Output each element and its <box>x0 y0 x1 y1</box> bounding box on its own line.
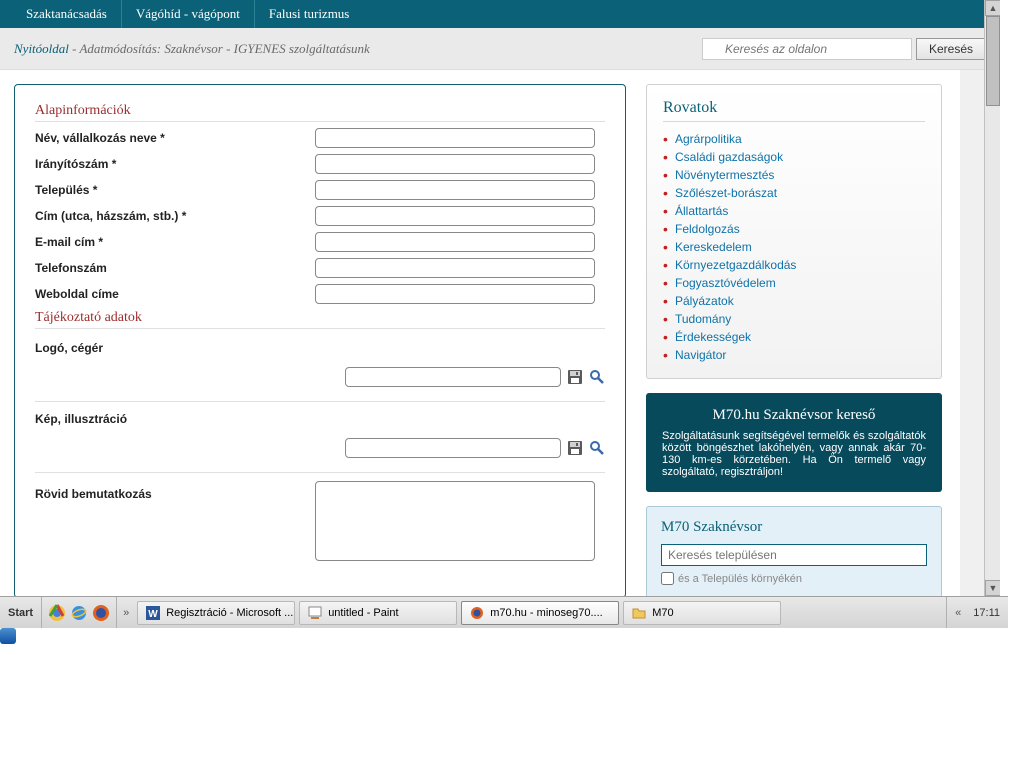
save-icon[interactable] <box>567 369 583 385</box>
rovat-link[interactable]: Családi gazdaságok <box>675 150 783 164</box>
input-web[interactable] <box>315 284 595 304</box>
input-address[interactable] <box>315 206 595 226</box>
szaknevsor-title: M70 Szaknévsor <box>661 519 927 536</box>
nav-item-szaktanacsadas[interactable]: Szaktanácsadás <box>12 0 122 28</box>
szaknevsor-panel: M70 Szaknévsor és a Település környékén <box>646 506 942 596</box>
task-label: untitled - Paint <box>328 607 398 619</box>
task-folder[interactable]: M70 <box>623 601 781 625</box>
task-label: Regisztráció - Microsoft ... <box>166 607 293 619</box>
site-search: Keresés <box>702 38 986 60</box>
scroll-thumb[interactable] <box>986 16 1000 106</box>
input-image-path[interactable] <box>345 438 561 458</box>
rovat-link[interactable]: Környezetgazdálkodás <box>675 258 796 272</box>
input-phone[interactable] <box>315 258 595 278</box>
label-image: Kép, illusztráció <box>35 406 605 426</box>
rovatok-title: Rovatok <box>663 99 925 122</box>
breadcrumb-rest: - Adatmódosítás: Szaknévsor - IGYENES sz… <box>69 41 370 56</box>
promo-title: M70.hu Szaknévsor kereső <box>662 407 926 424</box>
chrome-icon[interactable] <box>48 604 66 622</box>
label-web: Weboldal címe <box>35 287 315 301</box>
label-address: Cím (utca, házszám, stb.) * <box>35 209 315 223</box>
label-intro: Rövid bemutatkozás <box>35 481 315 561</box>
paint-icon <box>308 606 322 620</box>
textarea-intro[interactable] <box>315 481 595 561</box>
input-zip[interactable] <box>315 154 595 174</box>
main-form: Alapinformációk Név, vállalkozás neve * … <box>14 84 626 596</box>
magnifier-icon[interactable] <box>589 440 605 456</box>
tray-chevron-icon[interactable]: « <box>955 607 961 619</box>
firefox-icon <box>470 606 484 620</box>
nearby-checkbox[interactable] <box>661 572 674 585</box>
section-info-data: Tájékoztató adatok <box>35 310 605 329</box>
task-word[interactable]: W Regisztráció - Microsoft ... <box>137 601 295 625</box>
szaknevsor-search-input[interactable] <box>661 544 927 566</box>
search-input[interactable] <box>702 38 912 60</box>
label-email: E-mail cím * <box>35 235 315 249</box>
breadcrumb: Nyitóoldal - Adatmódosítás: Szaknévsor -… <box>14 41 370 57</box>
rovat-link[interactable]: Állattartás <box>675 204 728 218</box>
word-icon: W <box>146 606 160 620</box>
task-paint[interactable]: untitled - Paint <box>299 601 457 625</box>
sub-header: Nyitóoldal - Adatmódosítás: Szaknévsor -… <box>0 28 1000 70</box>
section-basic-info: Alapinformációk <box>35 103 605 122</box>
input-name[interactable] <box>315 128 595 148</box>
rovat-link[interactable]: Szőlészet-borászat <box>675 186 777 200</box>
task-label: M70 <box>652 607 673 619</box>
rovat-link[interactable]: Tudomány <box>675 312 731 326</box>
scroll-up-arrow[interactable]: ▲ <box>985 0 1000 16</box>
start-button[interactable]: Start <box>0 597 42 628</box>
label-phone: Telefonszám <box>35 261 315 275</box>
nearby-checkbox-row[interactable]: és a Település környékén <box>661 572 927 585</box>
breadcrumb-home[interactable]: Nyitóoldal <box>14 41 69 56</box>
scroll-down-arrow[interactable]: ▼ <box>985 580 1000 596</box>
task-firefox[interactable]: m70.hu - minoseg70.... <box>461 601 619 625</box>
taskbar: Start » W Regisztráció - Microsoft ... u… <box>0 596 1008 628</box>
clock[interactable]: 17:11 <box>973 607 1000 619</box>
rovatok-list: Agrárpolitika Családi gazdaságok Növényt… <box>663 130 925 364</box>
rovat-link[interactable]: Fogyasztóvédelem <box>675 276 776 290</box>
top-nav: Szaktanácsadás Vágóhíd - vágópont Falusi… <box>0 0 1000 28</box>
rovat-link[interactable]: Navigátor <box>675 348 726 362</box>
nav-item-falusi[interactable]: Falusi turizmus <box>255 0 364 28</box>
quick-launch <box>42 597 117 628</box>
browser-scrollbar[interactable]: ▲ ▼ <box>984 0 1000 596</box>
save-icon[interactable] <box>567 440 583 456</box>
rovatok-panel: Rovatok Agrárpolitika Családi gazdaságok… <box>646 84 942 379</box>
rovat-link[interactable]: Pályázatok <box>675 294 734 308</box>
nav-item-vagohid[interactable]: Vágóhíd - vágópont <box>122 0 255 28</box>
rovat-link[interactable]: Növénytermesztés <box>675 168 774 182</box>
promo-text: Szolgáltatásunk segítségével termelők és… <box>662 430 926 478</box>
label-city: Település * <box>35 183 315 197</box>
label-zip: Irányítószám * <box>35 157 315 171</box>
ie-icon[interactable] <box>70 604 88 622</box>
svg-text:W: W <box>148 609 158 620</box>
task-label: m70.hu - minoseg70.... <box>490 607 603 619</box>
promo-panel: M70.hu Szaknévsor kereső Szolgáltatásunk… <box>646 393 942 492</box>
chevron-icon[interactable]: » <box>117 607 135 619</box>
label-name: Név, vállalkozás neve * <box>35 131 315 145</box>
system-tray: « 17:11 <box>946 597 1008 628</box>
rovat-link[interactable]: Érdekességek <box>675 330 751 344</box>
folder-icon <box>632 606 646 620</box>
rovat-link[interactable]: Feldolgozás <box>675 222 740 236</box>
rovat-link[interactable]: Kereskedelem <box>675 240 752 254</box>
scroll-track[interactable] <box>985 16 1000 580</box>
input-city[interactable] <box>315 180 595 200</box>
rovat-link[interactable]: Agrárpolitika <box>675 132 742 146</box>
label-logo: Logó, cégér <box>35 335 605 355</box>
start-orb-icon[interactable] <box>0 628 16 644</box>
firefox-icon[interactable] <box>92 604 110 622</box>
nearby-label: és a Település környékén <box>678 573 802 585</box>
input-logo-path[interactable] <box>345 367 561 387</box>
magnifier-icon[interactable] <box>589 369 605 385</box>
input-email[interactable] <box>315 232 595 252</box>
search-button[interactable]: Keresés <box>916 38 986 60</box>
